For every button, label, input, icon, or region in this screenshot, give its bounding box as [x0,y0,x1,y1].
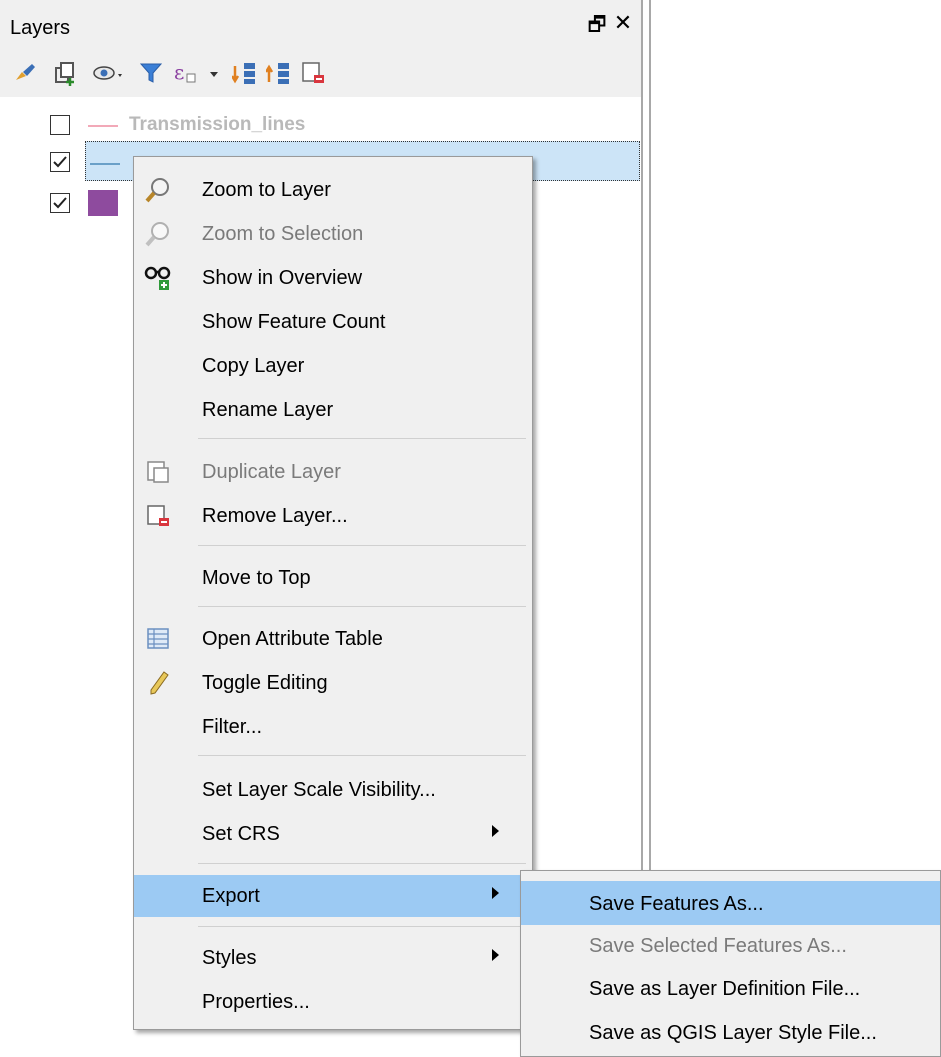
menu-item-zoom-to-layer[interactable]: Zoom to Layer [134,170,532,210]
filter-funnel-icon[interactable] [138,60,164,86]
layer-name[interactable]: Transmission_lines [129,114,305,136]
menu-item-export[interactable]: Export [134,875,532,917]
submenu-arrow-icon [492,825,499,837]
duplicate-layer-icon [144,458,172,486]
panel-divider-outer [649,0,651,870]
layer-visibility-checkbox[interactable] [50,115,70,135]
menu-separator [198,926,526,927]
remove-layer-icon [144,502,172,530]
menu-separator [198,863,526,864]
menu-item-show-feature-count[interactable]: Show Feature Count [134,302,532,342]
expand-all-icon[interactable] [232,60,258,86]
panel-title: Layers [10,17,71,39]
expression-filter-icon[interactable]: ε [172,60,224,86]
menu-separator [198,755,526,756]
zoom-selection-icon [144,220,172,248]
menu-item-show-in-overview[interactable]: Show in Overview [134,258,532,298]
menu-separator [198,438,526,439]
menu-item-toggle-editing[interactable]: Toggle Editing [134,663,532,703]
menu-item-styles[interactable]: Styles [134,938,532,978]
layer-visibility-checkbox[interactable] [50,193,70,213]
float-panel-icon[interactable]: 🗗 [586,10,608,44]
menu-item-remove-layer[interactable]: Remove Layer... [134,496,532,536]
overview-glasses-icon [144,264,172,292]
layer-context-menu: Zoom to Layer Zoom to Selection Show in … [133,156,533,1030]
line-symbol-icon [88,125,118,127]
zoom-layer-icon [144,176,172,204]
collapse-all-icon[interactable] [266,60,292,86]
menu-item-set-crs[interactable]: Set CRS [134,814,532,854]
menu-item-duplicate-layer[interactable]: Duplicate Layer [134,452,532,492]
menu-separator [198,606,526,607]
submenu-arrow-icon [492,949,499,961]
polygon-symbol-icon [88,190,118,216]
submenu-item-save-features-as[interactable]: Save Features As... [521,881,940,925]
submenu-item-save-as-layer-definition-file[interactable]: Save as Layer Definition File... [521,966,940,1010]
menu-item-set-layer-scale-visibility[interactable]: Set Layer Scale Visibility... [134,770,532,810]
attribute-table-icon [144,625,172,653]
remove-layer-icon[interactable] [300,60,326,86]
menu-item-filter[interactable]: Filter... [134,707,532,747]
add-group-icon[interactable] [52,60,78,86]
close-panel-icon[interactable]: ✕ [612,10,634,36]
submenu-arrow-icon [492,887,499,899]
style-brush-icon[interactable] [12,60,38,86]
svg-text:ε: ε [174,60,184,84]
submenu-item-save-as-qgis-layer-style-file[interactable]: Save as QGIS Layer Style File... [521,1010,940,1054]
menu-item-copy-layer[interactable]: Copy Layer [134,346,532,386]
menu-item-properties[interactable]: Properties... [134,982,532,1022]
export-submenu: Save Features As... Save Selected Featur… [520,870,941,1057]
menu-separator [198,545,526,546]
menu-item-rename-layer[interactable]: Rename Layer [134,390,532,430]
line-symbol-icon [90,163,120,165]
visibility-eye-icon[interactable] [92,60,126,86]
menu-item-zoom-to-selection[interactable]: Zoom to Selection [134,214,532,254]
menu-item-move-to-top[interactable]: Move to Top [134,558,532,598]
panel-titlebar [0,0,641,51]
menu-item-open-attribute-table[interactable]: Open Attribute Table [134,619,532,659]
layer-visibility-checkbox[interactable] [50,152,70,172]
pencil-icon [144,669,172,697]
submenu-item-save-selected-features-as[interactable]: Save Selected Features As... [521,923,940,967]
